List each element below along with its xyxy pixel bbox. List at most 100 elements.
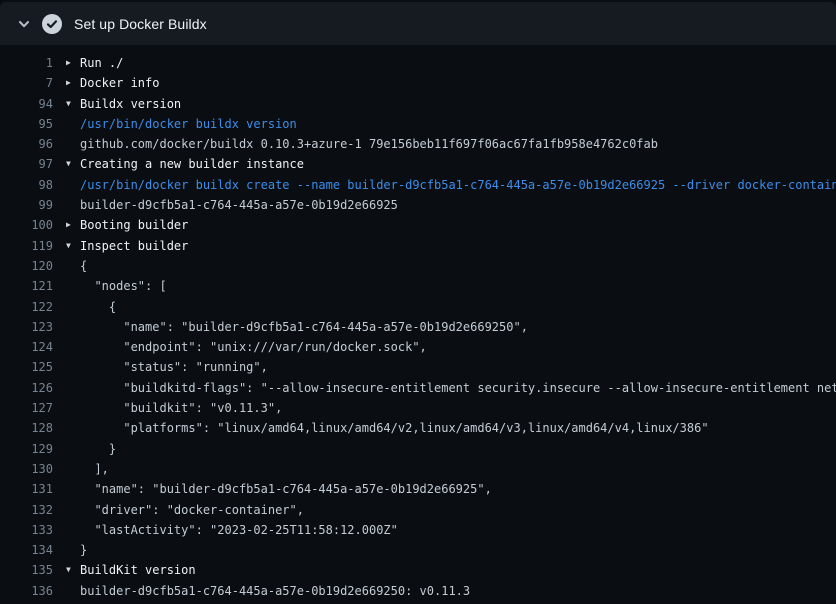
- line-number[interactable]: 99: [0, 195, 53, 215]
- log-line: 121 "nodes": [: [0, 276, 836, 296]
- log-group-line[interactable]: 1 ▶ Run ./: [0, 53, 836, 73]
- log-text: BuildKit version: [80, 560, 836, 580]
- group-collapsed-icon[interactable]: ▶: [53, 53, 80, 73]
- line-number[interactable]: 126: [0, 378, 53, 398]
- log-line: 136 builder-d9cfb5a1-c764-445a-a57e-0b19…: [0, 581, 836, 601]
- line-number[interactable]: 95: [0, 114, 53, 134]
- log-group-line[interactable]: 94 ▼ Buildx version: [0, 94, 836, 114]
- line-number[interactable]: 135: [0, 560, 53, 580]
- log-text: "platforms": "linux/amd64,linux/amd64/v2…: [80, 418, 836, 438]
- log-text: Inspect builder: [80, 236, 836, 256]
- line-number[interactable]: 125: [0, 357, 53, 377]
- line-number[interactable]: 7: [0, 73, 53, 93]
- log-text: /usr/bin/docker buildx create --name bui…: [80, 175, 836, 195]
- log-group-line[interactable]: 135 ▼ BuildKit version: [0, 560, 836, 580]
- check-circle-icon: [42, 14, 62, 34]
- line-number[interactable]: 94: [0, 94, 53, 114]
- log-text: "buildkit": "v0.11.3",: [80, 398, 836, 418]
- log-text: Run ./: [80, 53, 836, 73]
- log-line: 126 "buildkitd-flags": "--allow-insecure…: [0, 378, 836, 398]
- step-title: Set up Docker Buildx: [74, 16, 207, 32]
- log-line: 123 "name": "builder-d9cfb5a1-c764-445a-…: [0, 317, 836, 337]
- gutter-spacer: [53, 581, 80, 601]
- gutter-spacer: [53, 276, 80, 296]
- line-number[interactable]: 97: [0, 154, 53, 174]
- log-text: "lastActivity": "2023-02-25T11:58:12.000…: [80, 520, 836, 540]
- log-line: 133 "lastActivity": "2023-02-25T11:58:12…: [0, 520, 836, 540]
- line-number[interactable]: 132: [0, 500, 53, 520]
- gutter-spacer: [53, 418, 80, 438]
- group-expanded-icon[interactable]: ▼: [53, 236, 80, 256]
- group-expanded-icon[interactable]: ▼: [53, 154, 80, 174]
- line-number[interactable]: 96: [0, 134, 53, 154]
- log-line: 132 "driver": "docker-container",: [0, 500, 836, 520]
- log-text: Docker info: [80, 73, 836, 93]
- line-number[interactable]: 98: [0, 175, 53, 195]
- gutter-spacer: [53, 520, 80, 540]
- group-expanded-icon[interactable]: ▼: [53, 560, 80, 580]
- log-line: 120 {: [0, 256, 836, 276]
- line-number[interactable]: 128: [0, 418, 53, 438]
- gutter-spacer: [53, 357, 80, 377]
- line-number[interactable]: 133: [0, 520, 53, 540]
- gutter-spacer: [53, 439, 80, 459]
- log-line: 127 "buildkit": "v0.11.3",: [0, 398, 836, 418]
- log-text: builder-d9cfb5a1-c764-445a-a57e-0b19d2e6…: [80, 195, 836, 215]
- line-number[interactable]: 130: [0, 459, 53, 479]
- log-text: "name": "builder-d9cfb5a1-c764-445a-a57e…: [80, 479, 836, 499]
- line-number[interactable]: 1: [0, 53, 53, 73]
- log-text: Booting builder: [80, 215, 836, 235]
- log-text: }: [80, 540, 836, 560]
- gutter-spacer: [53, 317, 80, 337]
- line-number[interactable]: 131: [0, 479, 53, 499]
- log-group-line[interactable]: 97 ▼ Creating a new builder instance: [0, 154, 836, 174]
- gutter-spacer: [53, 540, 80, 560]
- gutter-spacer: [53, 114, 80, 134]
- log-line: 99 builder-d9cfb5a1-c764-445a-a57e-0b19d…: [0, 195, 836, 215]
- log-text: builder-d9cfb5a1-c764-445a-a57e-0b19d2e6…: [80, 581, 836, 601]
- log-line: 128 "platforms": "linux/amd64,linux/amd6…: [0, 418, 836, 438]
- log-line: 125 "status": "running",: [0, 357, 836, 377]
- line-number[interactable]: 121: [0, 276, 53, 296]
- log-line: 98 /usr/bin/docker buildx create --name …: [0, 175, 836, 195]
- line-number[interactable]: 123: [0, 317, 53, 337]
- gutter-spacer: [53, 337, 80, 357]
- log-text: /usr/bin/docker buildx version: [80, 114, 836, 134]
- gutter-spacer: [53, 297, 80, 317]
- line-number[interactable]: 122: [0, 297, 53, 317]
- log-text: Creating a new builder instance: [80, 154, 836, 174]
- line-number[interactable]: 120: [0, 256, 53, 276]
- line-number[interactable]: 127: [0, 398, 53, 418]
- group-collapsed-icon[interactable]: ▶: [53, 73, 80, 93]
- log-line: 129 }: [0, 439, 836, 459]
- line-number[interactable]: 100: [0, 215, 53, 235]
- group-collapsed-icon[interactable]: ▶: [53, 215, 80, 235]
- group-expanded-icon[interactable]: ▼: [53, 94, 80, 114]
- line-number[interactable]: 129: [0, 439, 53, 459]
- gutter-spacer: [53, 134, 80, 154]
- log-group-line[interactable]: 7 ▶ Docker info: [0, 73, 836, 93]
- gutter-spacer: [53, 256, 80, 276]
- log-line: 122 {: [0, 297, 836, 317]
- log-group-line[interactable]: 100 ▶ Booting builder: [0, 215, 836, 235]
- log-text: "endpoint": "unix:///var/run/docker.sock…: [80, 337, 836, 357]
- line-number[interactable]: 136: [0, 581, 53, 601]
- log-line: 95 /usr/bin/docker buildx version: [0, 114, 836, 134]
- line-number[interactable]: 124: [0, 337, 53, 357]
- log-text: github.com/docker/buildx 0.10.3+azure-1 …: [80, 134, 836, 154]
- log-line: 131 "name": "builder-d9cfb5a1-c764-445a-…: [0, 479, 836, 499]
- log-group-line[interactable]: 119 ▼ Inspect builder: [0, 236, 836, 256]
- line-number[interactable]: 134: [0, 540, 53, 560]
- gutter-spacer: [53, 459, 80, 479]
- line-number[interactable]: 119: [0, 236, 53, 256]
- log-text: {: [80, 297, 836, 317]
- log-text: "status": "running",: [80, 357, 836, 377]
- step-header[interactable]: Set up Docker Buildx: [0, 2, 836, 45]
- log-text: "driver": "docker-container",: [80, 500, 836, 520]
- log-text: Buildx version: [80, 94, 836, 114]
- gutter-spacer: [53, 195, 80, 215]
- chevron-down-icon[interactable]: [12, 12, 36, 36]
- log-text: ],: [80, 459, 836, 479]
- log-text: "nodes": [: [80, 276, 836, 296]
- log-text: }: [80, 439, 836, 459]
